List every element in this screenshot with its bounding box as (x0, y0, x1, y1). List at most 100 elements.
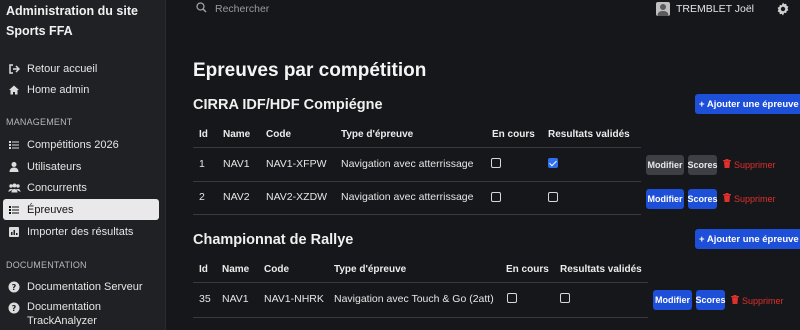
col-ongoing: En cours (506, 264, 549, 275)
col-type: Type d'épreuve (341, 129, 414, 140)
label-line-1: Documentation (27, 301, 101, 313)
brand-line-1: Administration du site (6, 4, 138, 18)
cell-name: NAV1 (222, 293, 249, 305)
cell-type: Navigation avec atterrissage (341, 158, 474, 170)
edit-button[interactable]: Modifier (653, 290, 692, 310)
trash-icon (731, 295, 739, 306)
delete-label: Supprimer (734, 159, 776, 170)
ongoing-checkbox[interactable] (491, 192, 501, 202)
cell-name: NAV1 (223, 158, 250, 170)
cell-type: Navigation avec atterrissage (341, 191, 474, 203)
scores-button[interactable]: Scores (687, 155, 718, 175)
delete-button[interactable]: Supprimer (723, 159, 776, 170)
cell-name: NAV2 (223, 191, 250, 203)
sidebar-item-label: Home admin (27, 83, 90, 96)
sidebar-item-home-admin[interactable]: Home admin (3, 79, 159, 100)
col-code: Code (264, 264, 289, 275)
sidebar-item-label: Compétitions 2026 (27, 138, 119, 151)
question-icon: ? (7, 280, 21, 294)
cell-code: NAV1-XFPW (266, 158, 327, 170)
ongoing-checkbox[interactable] (491, 158, 501, 168)
row-divider (193, 214, 641, 215)
home-icon (7, 83, 21, 97)
sidebar-item-doc-serveur[interactable]: ? Documentation Serveur (3, 276, 159, 297)
list-icon (7, 203, 21, 217)
chart-icon (7, 225, 21, 239)
sidebar-item-doc-trackanalyzer[interactable]: ? Documentation TrackAnalyzer (3, 298, 159, 328)
sidebar: Administration du site Sports FFA Retour… (0, 0, 166, 330)
scores-button[interactable]: Scores (695, 290, 726, 310)
header-divider (193, 282, 648, 283)
cell-type: Navigation avec Touch & Go (2att) (334, 293, 494, 305)
topbar: Rechercher TREMBLET Joël (166, 0, 800, 22)
validated-checkbox[interactable] (560, 293, 570, 303)
sidebar-item-concurrents[interactable]: Concurrents (3, 177, 159, 198)
user-menu[interactable]: TREMBLET Joël (656, 2, 754, 16)
competition-title: CIRRA IDF/HDF Compiégne (193, 97, 383, 113)
question-icon: ? (7, 301, 21, 315)
scores-button[interactable]: Scores (687, 189, 718, 209)
cell-code: NAV2-XZDW (266, 191, 328, 203)
search-input[interactable]: Rechercher (196, 2, 269, 16)
col-validated: Resultats validés (548, 129, 630, 140)
sidebar-item-label: Concurrents (27, 181, 87, 194)
users-icon (7, 181, 21, 195)
col-name: Name (223, 129, 251, 140)
col-name: Name (222, 264, 250, 275)
page-title: Epreuves par compétition (193, 60, 427, 81)
validated-checkbox[interactable] (548, 158, 558, 168)
delete-button[interactable]: Supprimer (731, 295, 784, 306)
cell-code: NAV1-NHRK (264, 293, 324, 305)
list-icon (7, 138, 21, 152)
cell-id: 1 (199, 158, 205, 170)
sidebar-item-epreuves[interactable]: Épreuves (3, 199, 159, 220)
section-documentation: DOCUMENTATION (6, 260, 87, 270)
sign-out-icon (7, 62, 21, 76)
site-brand[interactable]: Administration du site Sports FFA (6, 1, 138, 41)
col-validated: Resultats validés (560, 264, 642, 275)
sidebar-item-label: Importer des résultats (27, 225, 134, 238)
sidebar-item-label: Épreuves (27, 203, 74, 216)
col-id: Id (199, 264, 208, 275)
sidebar-item-label: Utilisateurs (27, 160, 82, 173)
delete-label: Supprimer (734, 193, 776, 204)
trash-icon (723, 159, 731, 170)
svg-text:?: ? (12, 283, 17, 292)
col-id: Id (199, 129, 208, 140)
sidebar-item-label: Documentation Serveur (27, 280, 143, 293)
sidebar-item-label: Retour accueil (27, 62, 98, 75)
add-epreuve-button[interactable]: + Ajouter une épreuve (695, 229, 800, 249)
trash-icon (723, 193, 731, 204)
section-management: MANAGEMENT (6, 117, 73, 127)
col-type: Type d'épreuve (334, 264, 407, 275)
svg-text:?: ? (12, 304, 17, 313)
delete-button[interactable]: Supprimer (723, 193, 776, 204)
row-divider (193, 181, 641, 182)
cell-id: 2 (199, 191, 205, 203)
ongoing-checkbox[interactable] (507, 293, 517, 303)
cell-id: 35 (199, 293, 211, 305)
add-epreuve-button[interactable]: + Ajouter une épreuve (695, 94, 800, 114)
header-divider (193, 147, 641, 148)
label-line-2: TrackAnalyzer (27, 315, 97, 327)
competition-title: Championnat de Rallye (193, 232, 354, 248)
edit-button[interactable]: Modifier (646, 189, 684, 209)
user-name: TREMBLET Joël (676, 3, 754, 15)
edit-button[interactable]: Modifier (646, 155, 684, 175)
gear-icon[interactable] (776, 2, 790, 16)
search-placeholder: Rechercher (215, 3, 270, 15)
sidebar-item-importer-resultats[interactable]: Importer des résultats (3, 221, 159, 242)
sidebar-item-retour-accueil[interactable]: Retour accueil (3, 58, 159, 79)
user-icon (7, 160, 21, 174)
row-divider (193, 317, 648, 318)
col-ongoing: En cours (492, 129, 535, 140)
validated-checkbox[interactable] (548, 192, 558, 202)
col-code: Code (266, 129, 291, 140)
brand-line-2: Sports FFA (6, 24, 73, 38)
sidebar-item-utilisateurs[interactable]: Utilisateurs (3, 156, 159, 177)
search-icon (196, 2, 207, 16)
avatar (656, 2, 670, 16)
sidebar-item-label: Documentation TrackAnalyzer (27, 300, 101, 328)
delete-label: Supprimer (742, 295, 784, 306)
sidebar-item-competitions[interactable]: Compétitions 2026 (3, 134, 159, 155)
